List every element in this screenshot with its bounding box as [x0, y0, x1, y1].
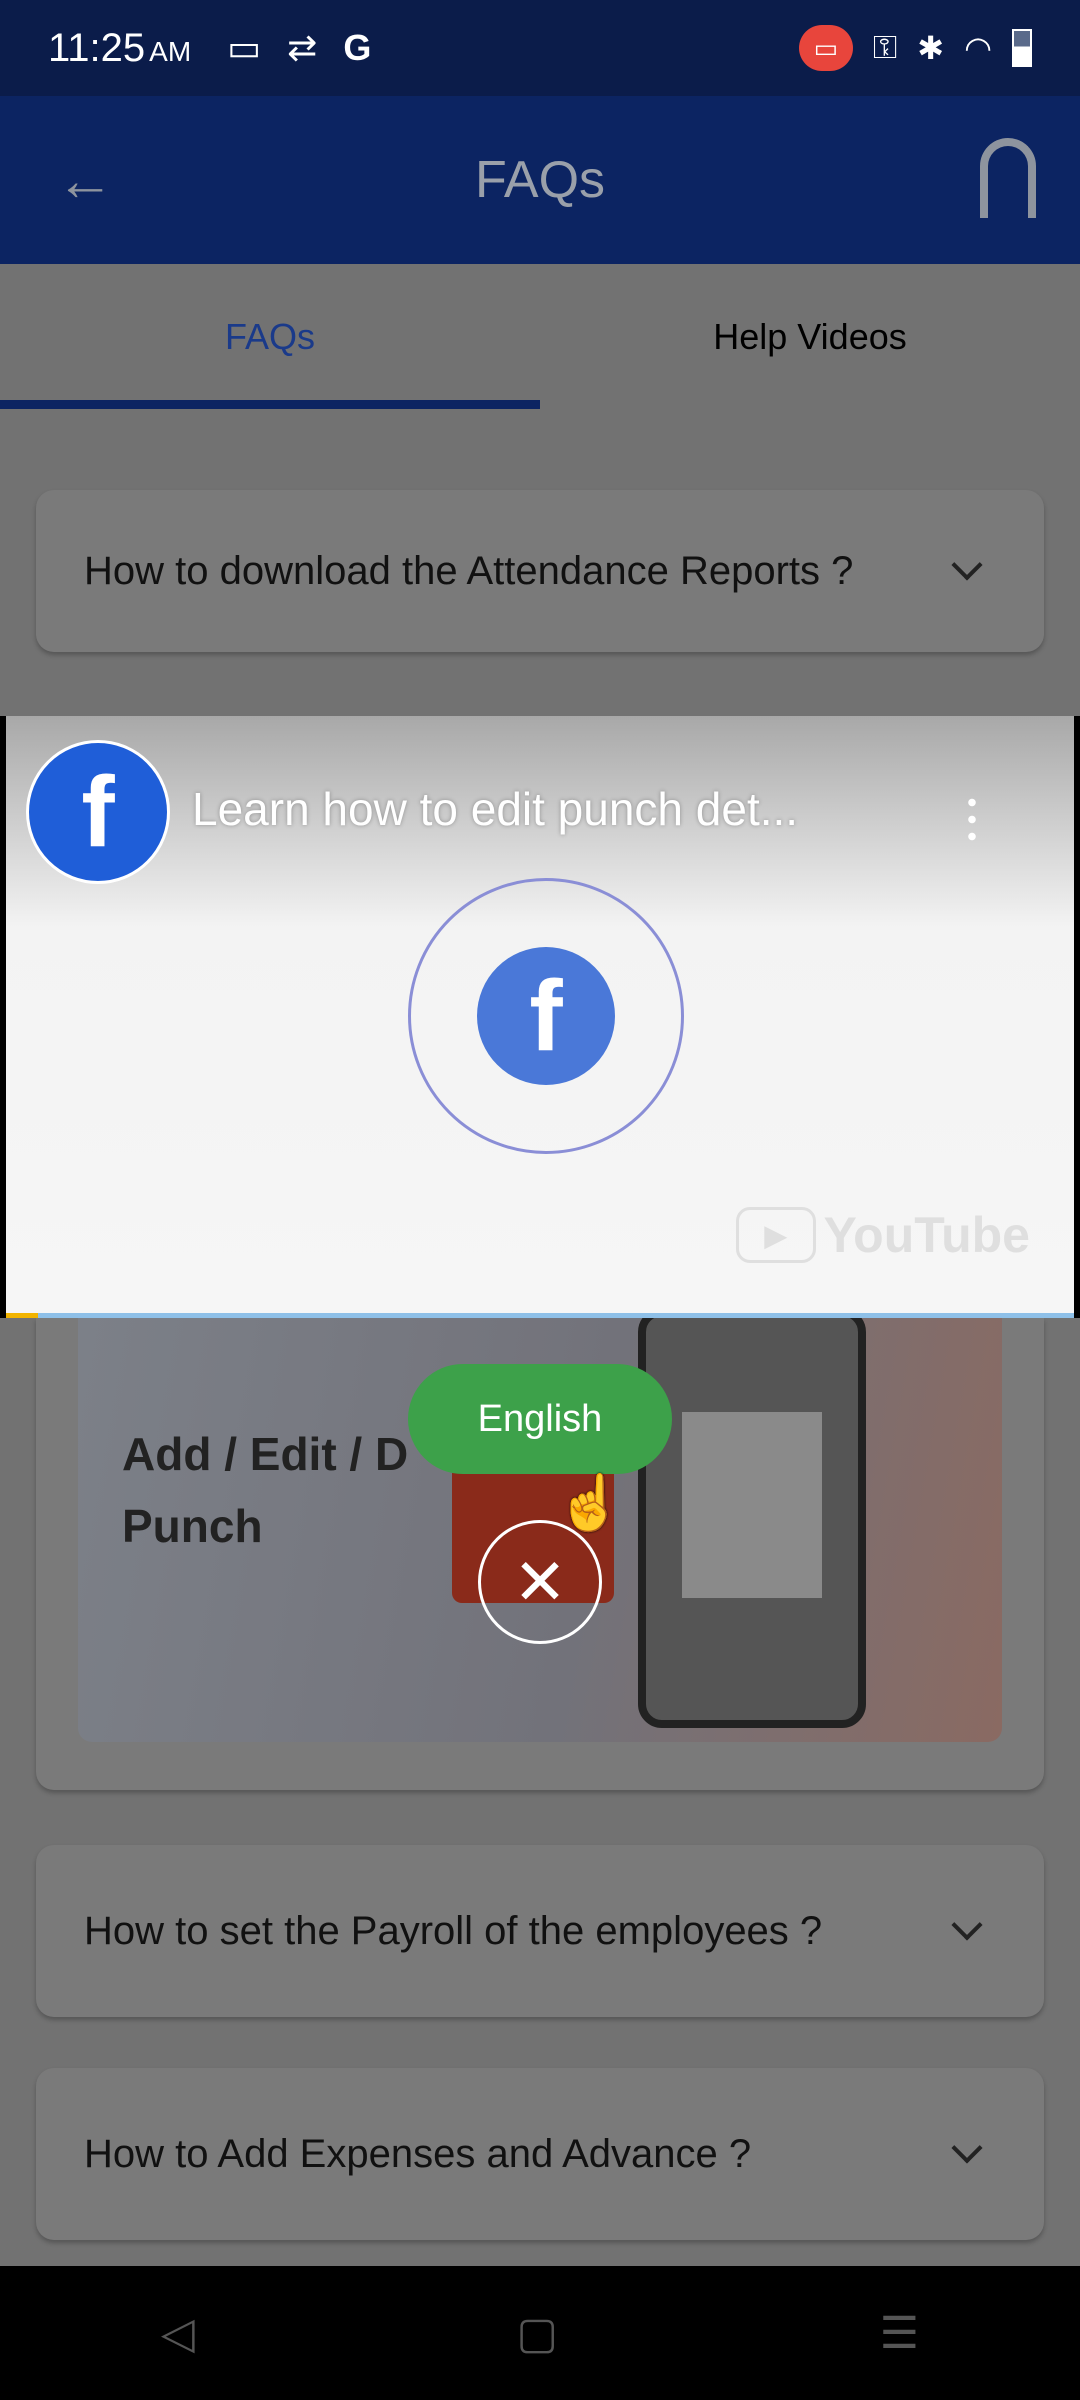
- recording-icon: ▭: [798, 25, 853, 71]
- page-title: FAQs: [474, 151, 606, 209]
- vpn-key-icon: ⚿: [872, 29, 898, 65]
- faq-item[interactable]: How to set the Payroll of the employees …: [36, 1845, 1044, 2017]
- battery-icon: [1012, 29, 1032, 67]
- screen-record-icon: ▭: [227, 27, 262, 68]
- more-options-icon[interactable]: [968, 794, 976, 844]
- close-icon[interactable]: ✕: [478, 1520, 602, 1644]
- video-title[interactable]: Learn how to edit punch det...: [192, 782, 798, 836]
- phone-mockup: [638, 1318, 866, 1728]
- clock: 11:25 AM: [48, 25, 192, 70]
- tab-indicator: [0, 400, 540, 409]
- faq-question: How to download the Attendance Reports ?: [84, 549, 854, 593]
- video-tile-title: Add / Edit / D Punch: [122, 1428, 409, 1552]
- faq-question: How to set the Payroll of the employees …: [84, 1909, 823, 1953]
- language-button[interactable]: English: [408, 1364, 672, 1474]
- arrow-left-icon[interactable]: ←: [56, 147, 114, 214]
- youtube-logo[interactable]: ▶ YouTube: [735, 1206, 1030, 1264]
- tab-help-videos[interactable]: Help Videos: [540, 264, 1080, 410]
- chevron-down-icon: [951, 549, 983, 581]
- tab-bar: FAQs Help Videos: [0, 264, 1080, 410]
- video-progress-bar[interactable]: [6, 1313, 1074, 1318]
- faq-item[interactable]: How to Add Expenses and Advance ?: [36, 2068, 1044, 2240]
- tab-faqs[interactable]: FAQs: [0, 264, 540, 410]
- chevron-down-icon: [951, 1909, 983, 1941]
- loading-logo: f: [408, 878, 684, 1154]
- status-bar: 11:25 AM ▭ ⇄ G ▭ ⚿ ✱ ◠: [0, 0, 1080, 96]
- google-icon: G: [343, 27, 372, 68]
- app-bar: ← FAQs: [0, 96, 1080, 264]
- chevron-down-icon: [951, 2132, 983, 2164]
- headset-icon[interactable]: [980, 138, 1036, 218]
- nav-back-icon[interactable]: ◁: [161, 2308, 195, 2359]
- video-player[interactable]: f Learn how to edit punch det... f ▶ YouT…: [0, 716, 1080, 1318]
- play-icon: ▶: [735, 1207, 816, 1263]
- wifi-icon: ◠: [964, 30, 992, 66]
- faq-item[interactable]: How to download the Attendance Reports ?: [36, 490, 1044, 652]
- nav-home-icon[interactable]: ▢: [516, 2308, 558, 2359]
- channel-logo[interactable]: f: [26, 740, 170, 884]
- nav-menu-icon[interactable]: ☰: [880, 2308, 919, 2359]
- bluetooth-icon: ✱: [917, 30, 945, 66]
- faq-question: How to Add Expenses and Advance ?: [84, 2132, 752, 2176]
- sync-icon: ⇄: [287, 27, 318, 68]
- navigation-bar: ◁ ▢ ☰: [0, 2266, 1080, 2400]
